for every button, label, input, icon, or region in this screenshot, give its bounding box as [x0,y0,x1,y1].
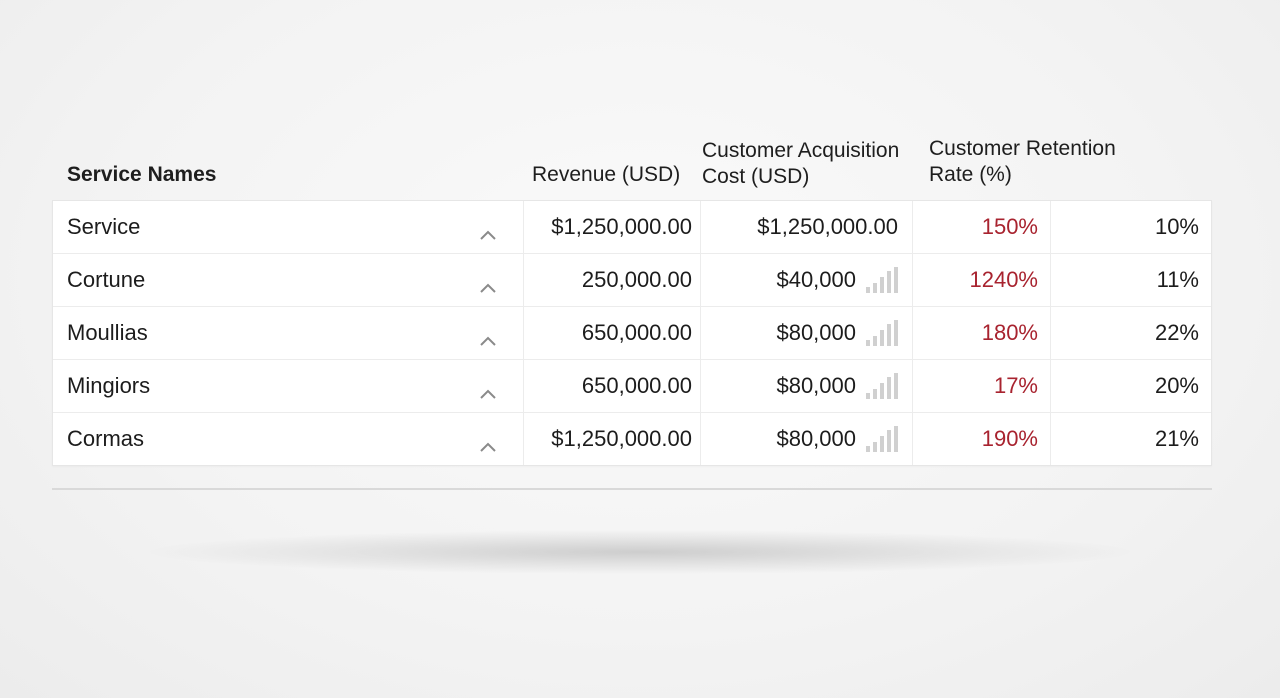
service-name: Mingiors [67,373,151,398]
cac-value: $80,000 [776,320,856,345]
table-row[interactable]: Service $1,250,000.00 $1,250,000.00 150%… [53,201,1211,254]
retention-cell: 150% [913,201,1051,253]
table-row[interactable]: Cormas $1,250,000.00 $80,000 190% 21% [53,413,1211,465]
retention-cell: 190% [913,413,1051,465]
cac-value: $80,000 [776,373,856,398]
rate-value: 11% [1156,267,1199,292]
retention-value: 150% [981,214,1038,239]
cac-cell: $80,000 [701,307,913,359]
service-name-cell: Cortune [53,254,524,306]
header-revenue[interactable]: Revenue (USD) [532,162,680,188]
revenue-cell: 250,000.00 [524,254,701,306]
retention-value: 17% [993,373,1038,398]
rate-value: 10% [1154,214,1199,239]
service-name: Moullias [67,320,148,345]
service-name: Service [67,214,141,239]
revenue-value: $1,250,000.00 [551,214,692,239]
cac-value: $1,250,000.00 [757,214,898,239]
rate-value: 21% [1154,426,1199,451]
header-customer-retention-rate[interactable]: Customer Retention Rate (%) [929,136,1129,188]
bar-chart-icon [866,373,898,399]
rate-cell: 20% [1051,360,1211,412]
cac-value: $80,000 [776,426,856,451]
data-table: Service Names Revenue (USD) Customer Acq… [52,130,1212,466]
cac-value: $40,000 [776,267,856,292]
rate-value: 22% [1154,320,1199,345]
rate-cell: 11% [1051,254,1211,306]
revenue-cell: 650,000.00 [524,360,701,412]
chevron-up-icon[interactable] [479,327,497,346]
service-name: Cortune [67,267,146,292]
revenue-cell: 650,000.00 [524,307,701,359]
rate-value: 20% [1154,373,1199,398]
revenue-value: 650,000.00 [581,320,692,345]
rate-cell: 22% [1051,307,1211,359]
table-row[interactable]: Moullias 650,000.00 $80,000 180% 22% [53,307,1211,360]
retention-value: 180% [981,320,1038,345]
bar-chart-icon [866,267,898,293]
cac-cell: $1,250,000.00 [701,201,913,253]
service-name-cell: Mingiors [53,360,524,412]
header-customer-acquisition-cost[interactable]: Customer Acquisition Cost (USD) [702,138,917,190]
header-service-names[interactable]: Service Names [67,162,216,188]
service-name: Cormas [67,426,145,451]
table-row[interactable]: Cortune 250,000.00 $40,000 1240% 11% [53,254,1211,307]
table-header: Service Names Revenue (USD) Customer Acq… [52,130,1212,200]
retention-value: 1240% [969,267,1038,292]
retention-cell: 180% [913,307,1051,359]
revenue-value: $1,250,000.00 [551,426,692,451]
service-name-cell: Moullias [53,307,524,359]
cac-cell: $80,000 [701,413,913,465]
revenue-cell: $1,250,000.00 [524,413,701,465]
retention-cell: 1240% [913,254,1051,306]
revenue-value: 650,000.00 [581,373,692,398]
chevron-up-icon[interactable] [479,221,497,240]
chevron-up-icon[interactable] [479,274,497,293]
revenue-cell: $1,250,000.00 [524,201,701,253]
bar-chart-icon [866,426,898,452]
revenue-value: 250,000.00 [581,267,692,292]
service-name-cell: Service [53,201,524,253]
chevron-up-icon[interactable] [479,433,497,452]
cac-cell: $40,000 [701,254,913,306]
rate-cell: 21% [1051,413,1211,465]
table-row[interactable]: Mingiors 650,000.00 $80,000 17% 20% [53,360,1211,413]
service-name-cell: Cormas [53,413,524,465]
divider [52,488,1212,490]
retention-value: 190% [981,426,1038,451]
drop-shadow [150,530,1130,574]
table-body: Service $1,250,000.00 $1,250,000.00 150%… [52,200,1212,466]
cac-cell: $80,000 [701,360,913,412]
bar-chart-icon [866,320,898,346]
rate-cell: 10% [1051,201,1211,253]
chevron-up-icon[interactable] [479,380,497,399]
retention-cell: 17% [913,360,1051,412]
